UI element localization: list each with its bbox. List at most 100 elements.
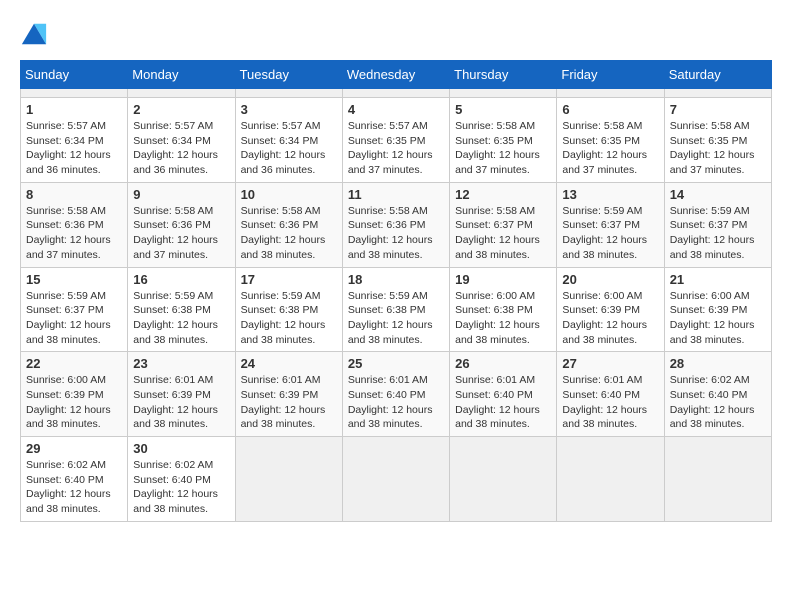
calendar-cell: 24Sunrise: 6:01 AM Sunset: 6:39 PM Dayli… [235, 352, 342, 437]
calendar-cell: 2 Sunrise: 5:57 AM Sunset: 6:34 PM Daylig… [128, 98, 235, 183]
day-info: Sunrise: 6:01 AM Sunset: 6:40 PM Dayligh… [562, 373, 658, 432]
calendar-cell: 14 Sunrise: 5:59 AM Sunset: 6:37 PM Dayli… [664, 182, 771, 267]
day-number: 8 [26, 187, 122, 202]
day-info: Sunrise: 6:00 AM Sunset: 6:38 PM Dayligh… [455, 289, 551, 348]
day-number: 25 [348, 356, 444, 371]
calendar-cell: 10 Sunrise: 5:58 AM Sunset: 6:36 PM Dayli… [235, 182, 342, 267]
day-number: 29 [26, 441, 122, 456]
day-info: Sunrise: 6:00 AM Sunset: 6:39 PM Dayligh… [26, 373, 122, 432]
day-info: Sunrise: 5:59 AM Sunset: 6:37 PM Dayligh… [562, 204, 658, 263]
day-number: 14 [670, 187, 766, 202]
day-header-friday: Friday [557, 61, 664, 89]
calendar-cell [128, 89, 235, 98]
day-info: Sunrise: 6:01 AM Sunset: 6:40 PM Dayligh… [348, 373, 444, 432]
calendar-cell [342, 89, 449, 98]
calendar-week-row: 22 Sunrise: 6:00 AM Sunset: 6:39 PM Dayli… [21, 352, 772, 437]
calendar-cell: 13Sunrise: 5:59 AM Sunset: 6:37 PM Dayli… [557, 182, 664, 267]
calendar-cell: 15 Sunrise: 5:59 AM Sunset: 6:37 PM Dayli… [21, 267, 128, 352]
day-number: 6 [562, 102, 658, 117]
calendar-cell: 18Sunrise: 5:59 AM Sunset: 6:38 PM Dayli… [342, 267, 449, 352]
day-number: 12 [455, 187, 551, 202]
calendar-cell: 1Sunrise: 5:57 AM Sunset: 6:34 PM Daylig… [21, 98, 128, 183]
day-number: 11 [348, 187, 444, 202]
day-header-thursday: Thursday [450, 61, 557, 89]
day-number: 3 [241, 102, 337, 117]
day-info: Sunrise: 6:02 AM Sunset: 6:40 PM Dayligh… [133, 458, 229, 517]
day-number: 19 [455, 272, 551, 287]
day-info: Sunrise: 6:02 AM Sunset: 6:40 PM Dayligh… [26, 458, 122, 517]
day-info: Sunrise: 5:58 AM Sunset: 6:36 PM Dayligh… [348, 204, 444, 263]
calendar-cell: 12 Sunrise: 5:58 AM Sunset: 6:37 PM Dayli… [450, 182, 557, 267]
page-header [20, 20, 772, 48]
day-info: Sunrise: 6:00 AM Sunset: 6:39 PM Dayligh… [670, 289, 766, 348]
calendar-cell [664, 89, 771, 98]
calendar-cell: 27 Sunrise: 6:01 AM Sunset: 6:40 PM Dayli… [557, 352, 664, 437]
day-number: 7 [670, 102, 766, 117]
calendar-cell: 17Sunrise: 5:59 AM Sunset: 6:38 PM Dayli… [235, 267, 342, 352]
day-number: 4 [348, 102, 444, 117]
calendar-cell: 23Sunrise: 6:01 AM Sunset: 6:39 PM Dayli… [128, 352, 235, 437]
calendar-cell: 3 Sunrise: 5:57 AM Sunset: 6:34 PM Daylig… [235, 98, 342, 183]
day-info: Sunrise: 5:57 AM Sunset: 6:34 PM Dayligh… [241, 119, 337, 178]
calendar-cell: 26Sunrise: 6:01 AM Sunset: 6:40 PM Dayli… [450, 352, 557, 437]
calendar-cell: 8Sunrise: 5:58 AM Sunset: 6:36 PM Daylig… [21, 182, 128, 267]
calendar-week-row: 8 Sunrise: 5:58 AM Sunset: 6:36 PM Daylig… [21, 182, 772, 267]
day-number: 16 [133, 272, 229, 287]
calendar-cell [235, 89, 342, 98]
calendar-cell [450, 89, 557, 98]
day-header-saturday: Saturday [664, 61, 771, 89]
day-info: Sunrise: 5:58 AM Sunset: 6:35 PM Dayligh… [455, 119, 551, 178]
calendar-cell: 16Sunrise: 5:59 AM Sunset: 6:38 PM Dayli… [128, 267, 235, 352]
day-info: Sunrise: 5:57 AM Sunset: 6:34 PM Dayligh… [133, 119, 229, 178]
calendar-cell: 11 Sunrise: 5:58 AM Sunset: 6:36 PM Dayli… [342, 182, 449, 267]
day-number: 23 [133, 356, 229, 371]
day-number: 28 [670, 356, 766, 371]
day-number: 9 [133, 187, 229, 202]
calendar-cell: 7 Sunrise: 5:58 AM Sunset: 6:35 PM Daylig… [664, 98, 771, 183]
day-number: 26 [455, 356, 551, 371]
calendar-cell: 19 Sunrise: 6:00 AM Sunset: 6:38 PM Dayli… [450, 267, 557, 352]
day-info: Sunrise: 6:01 AM Sunset: 6:39 PM Dayligh… [241, 373, 337, 432]
calendar-cell: 6 Sunrise: 5:58 AM Sunset: 6:35 PM Daylig… [557, 98, 664, 183]
day-number: 18 [348, 272, 444, 287]
day-info: Sunrise: 5:58 AM Sunset: 6:35 PM Dayligh… [562, 119, 658, 178]
calendar-cell: 25 Sunrise: 6:01 AM Sunset: 6:40 PM Dayli… [342, 352, 449, 437]
day-info: Sunrise: 5:59 AM Sunset: 6:37 PM Dayligh… [26, 289, 122, 348]
day-number: 2 [133, 102, 229, 117]
calendar-cell [235, 437, 342, 522]
day-info: Sunrise: 5:57 AM Sunset: 6:35 PM Dayligh… [348, 119, 444, 178]
calendar-cell: 29 Sunrise: 6:02 AM Sunset: 6:40 PM Dayli… [21, 437, 128, 522]
calendar-week-row: 29 Sunrise: 6:02 AM Sunset: 6:40 PM Dayli… [21, 437, 772, 522]
calendar-week-row: 15 Sunrise: 5:59 AM Sunset: 6:37 PM Dayli… [21, 267, 772, 352]
calendar-week-row: 1Sunrise: 5:57 AM Sunset: 6:34 PM Daylig… [21, 98, 772, 183]
day-info: Sunrise: 5:59 AM Sunset: 6:37 PM Dayligh… [670, 204, 766, 263]
logo-icon [20, 20, 48, 48]
logo [20, 20, 52, 48]
calendar-cell [21, 89, 128, 98]
day-number: 10 [241, 187, 337, 202]
day-number: 30 [133, 441, 229, 456]
calendar: SundayMondayTuesdayWednesdayThursdayFrid… [20, 60, 772, 522]
calendar-cell: 5 Sunrise: 5:58 AM Sunset: 6:35 PM Daylig… [450, 98, 557, 183]
day-number: 15 [26, 272, 122, 287]
calendar-cell: 9 Sunrise: 5:58 AM Sunset: 6:36 PM Daylig… [128, 182, 235, 267]
calendar-cell [557, 437, 664, 522]
calendar-cell [664, 437, 771, 522]
day-header-wednesday: Wednesday [342, 61, 449, 89]
calendar-cell: 21Sunrise: 6:00 AM Sunset: 6:39 PM Dayli… [664, 267, 771, 352]
day-number: 22 [26, 356, 122, 371]
calendar-cell: 30 Sunrise: 6:02 AM Sunset: 6:40 PM Dayli… [128, 437, 235, 522]
day-number: 5 [455, 102, 551, 117]
day-info: Sunrise: 5:58 AM Sunset: 6:35 PM Dayligh… [670, 119, 766, 178]
calendar-cell [557, 89, 664, 98]
calendar-cell [450, 437, 557, 522]
calendar-cell: 20Sunrise: 6:00 AM Sunset: 6:39 PM Dayli… [557, 267, 664, 352]
day-number: 17 [241, 272, 337, 287]
day-info: Sunrise: 5:58 AM Sunset: 6:36 PM Dayligh… [241, 204, 337, 263]
day-info: Sunrise: 6:00 AM Sunset: 6:39 PM Dayligh… [562, 289, 658, 348]
day-info: Sunrise: 5:58 AM Sunset: 6:36 PM Dayligh… [133, 204, 229, 263]
calendar-week-row [21, 89, 772, 98]
day-info: Sunrise: 5:58 AM Sunset: 6:37 PM Dayligh… [455, 204, 551, 263]
day-header-monday: Monday [128, 61, 235, 89]
day-number: 27 [562, 356, 658, 371]
